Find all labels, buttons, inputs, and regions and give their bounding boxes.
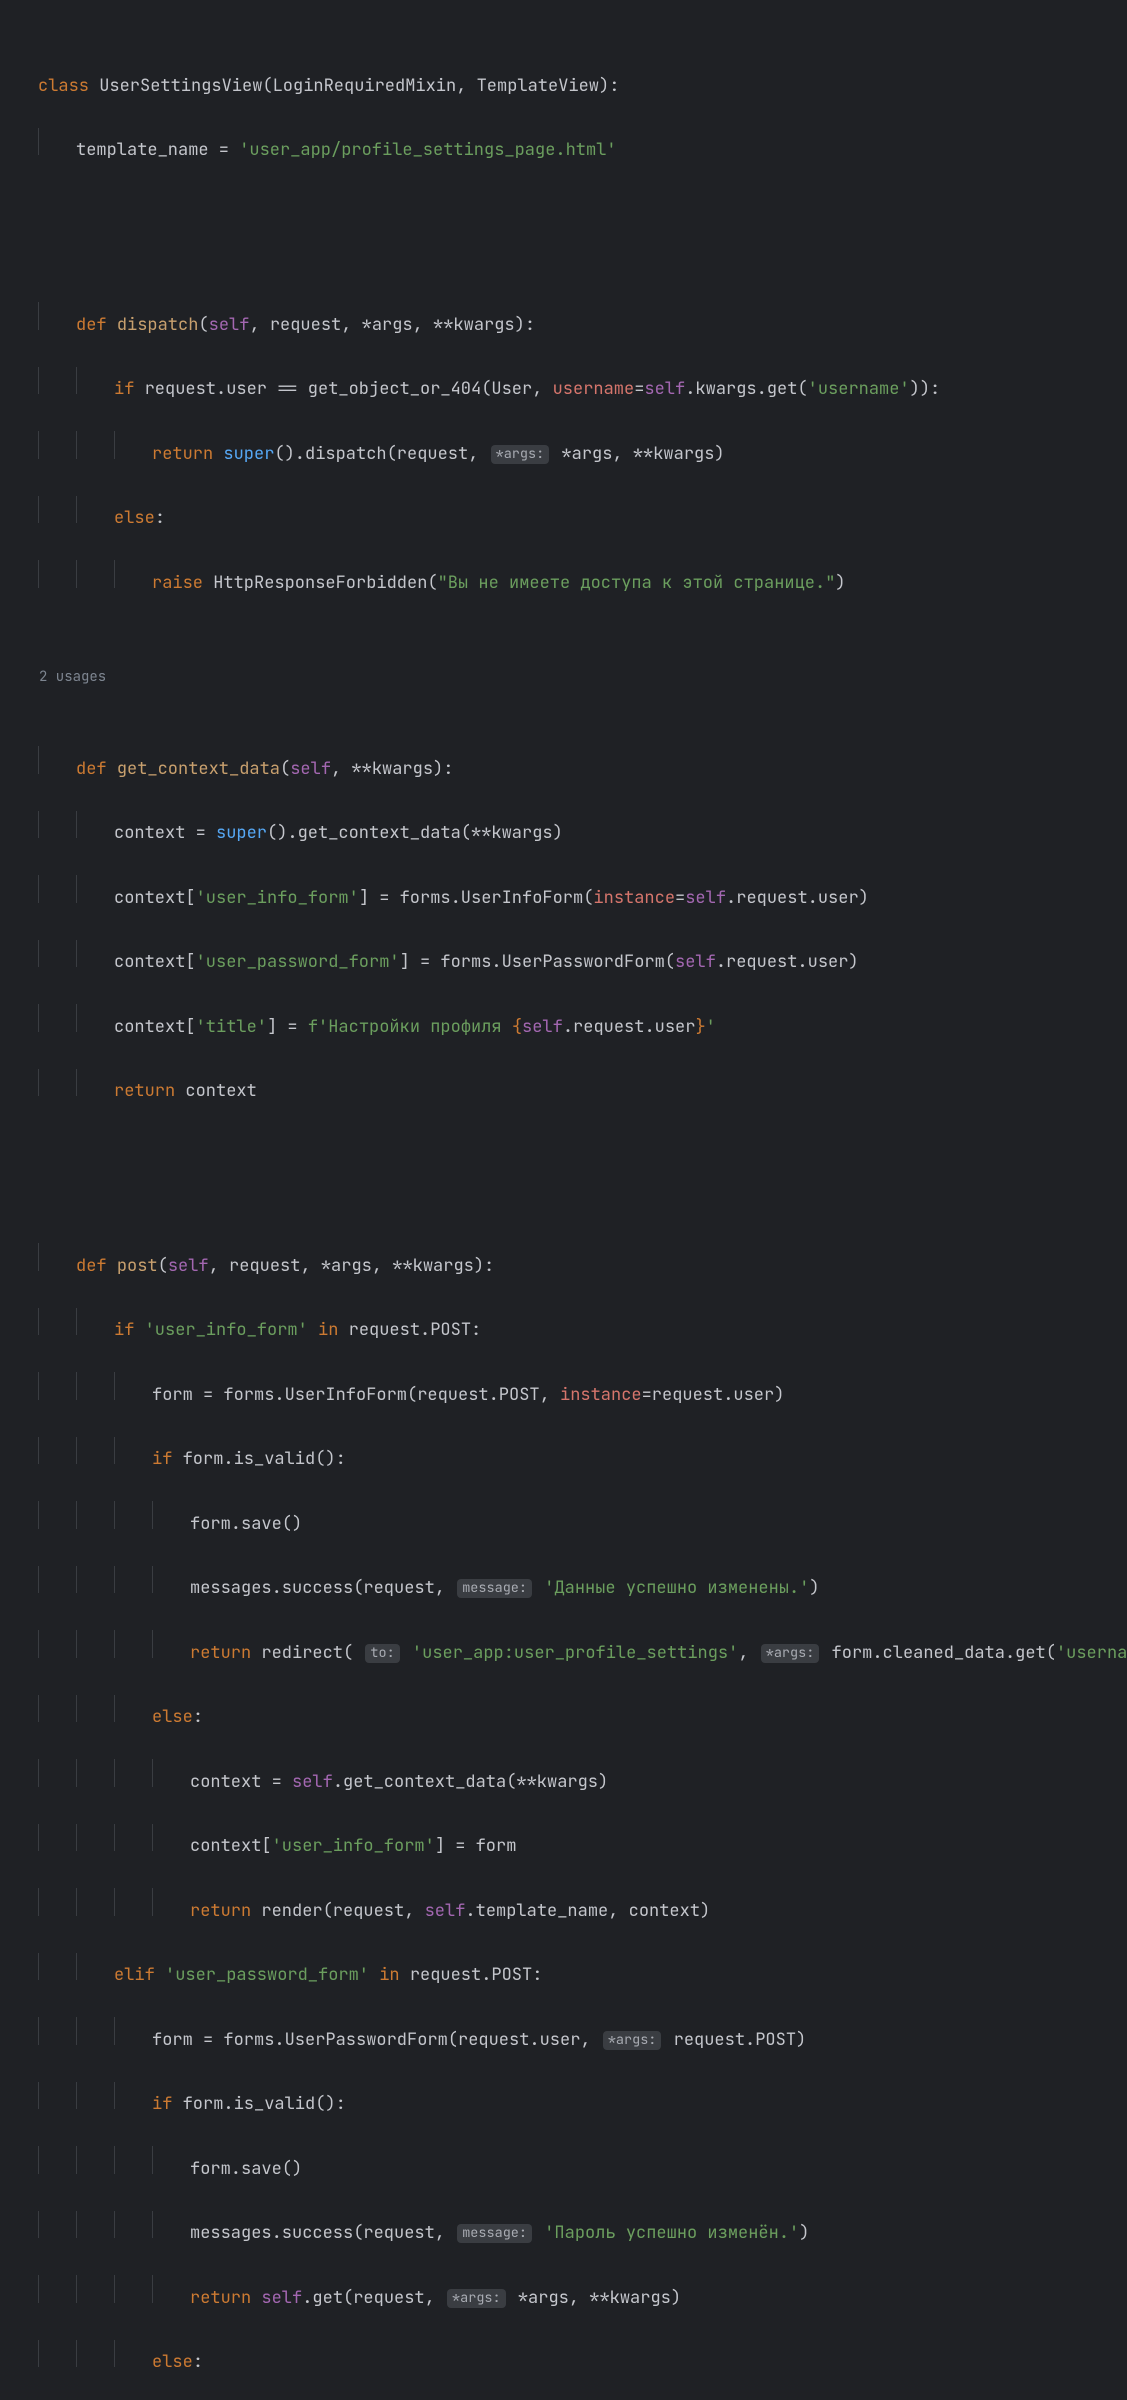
code-line: form.save() [0,2146,1127,2183]
code-line: return self.get(request, *args: *args, *… [0,2275,1127,2312]
code-line: raise HttpResponseForbidden("Вы не имеет… [0,560,1127,597]
code-line: return redirect( to: 'user_app:user_prof… [0,1630,1127,1667]
code-line: if form.is_valid(): [0,1437,1127,1474]
code-line: return render(request, self.template_nam… [0,1888,1127,1925]
code-line: context['user_password_form'] = forms.Us… [0,940,1127,977]
code-line: if form.is_valid(): [0,2082,1127,2119]
code-line: context['title'] = f'Настройки профиля {… [0,1004,1127,1041]
inlay-hint: message: [457,1579,532,1598]
code-line: context = super().get_context_data(**kwa… [0,811,1127,848]
inlay-hint: message: [457,2224,532,2243]
code-editor[interactable]: class UserSettingsView(LoginRequiredMixi… [0,0,1127,2400]
code-line: def post(self, request, *args, **kwargs)… [0,1243,1127,1280]
code-line: if request.user == get_object_or_404(Use… [0,367,1127,404]
code-line: def get_context_data(self, **kwargs): [0,746,1127,783]
code-line: messages.success(request, message: 'Данн… [0,1566,1127,1603]
code-line: elif 'user_password_form' in request.POS… [0,1953,1127,1990]
code-line: context = self.get_context_data(**kwargs… [0,1759,1127,1796]
inlay-hint: *args: [491,445,550,464]
inlay-hint: *args: [447,2289,506,2308]
code-line: else: [0,2340,1127,2377]
code-line: messages.success(request, message: 'Паро… [0,2211,1127,2248]
code-line: form = forms.UserPasswordForm(request.us… [0,2017,1127,2054]
code-line: return super().dispatch(request, *args: … [0,431,1127,468]
usages-hint[interactable]: 2 usages [0,664,1127,690]
code-line: template_name = 'user_app/profile_settin… [0,128,1127,165]
code-line: def dispatch(self, request, *args, **kwa… [0,302,1127,339]
inlay-hint: to: [365,1644,399,1663]
code-line: class UserSettingsView(LoginRequiredMixi… [0,63,1127,100]
code-line: form = forms.UserInfoForm(request.POST, … [0,1372,1127,1409]
code-line: context['user_info_form'] = forms.UserIn… [0,875,1127,912]
code-line: else: [0,496,1127,533]
code-line: form.save() [0,1501,1127,1538]
inlay-hint: *args: [603,2031,662,2050]
inlay-hint: *args: [761,1644,820,1663]
code-line: else: [0,1695,1127,1732]
code-line: context['user_info_form'] = form [0,1824,1127,1861]
code-line: if 'user_info_form' in request.POST: [0,1308,1127,1345]
code-line: return context [0,1069,1127,1106]
